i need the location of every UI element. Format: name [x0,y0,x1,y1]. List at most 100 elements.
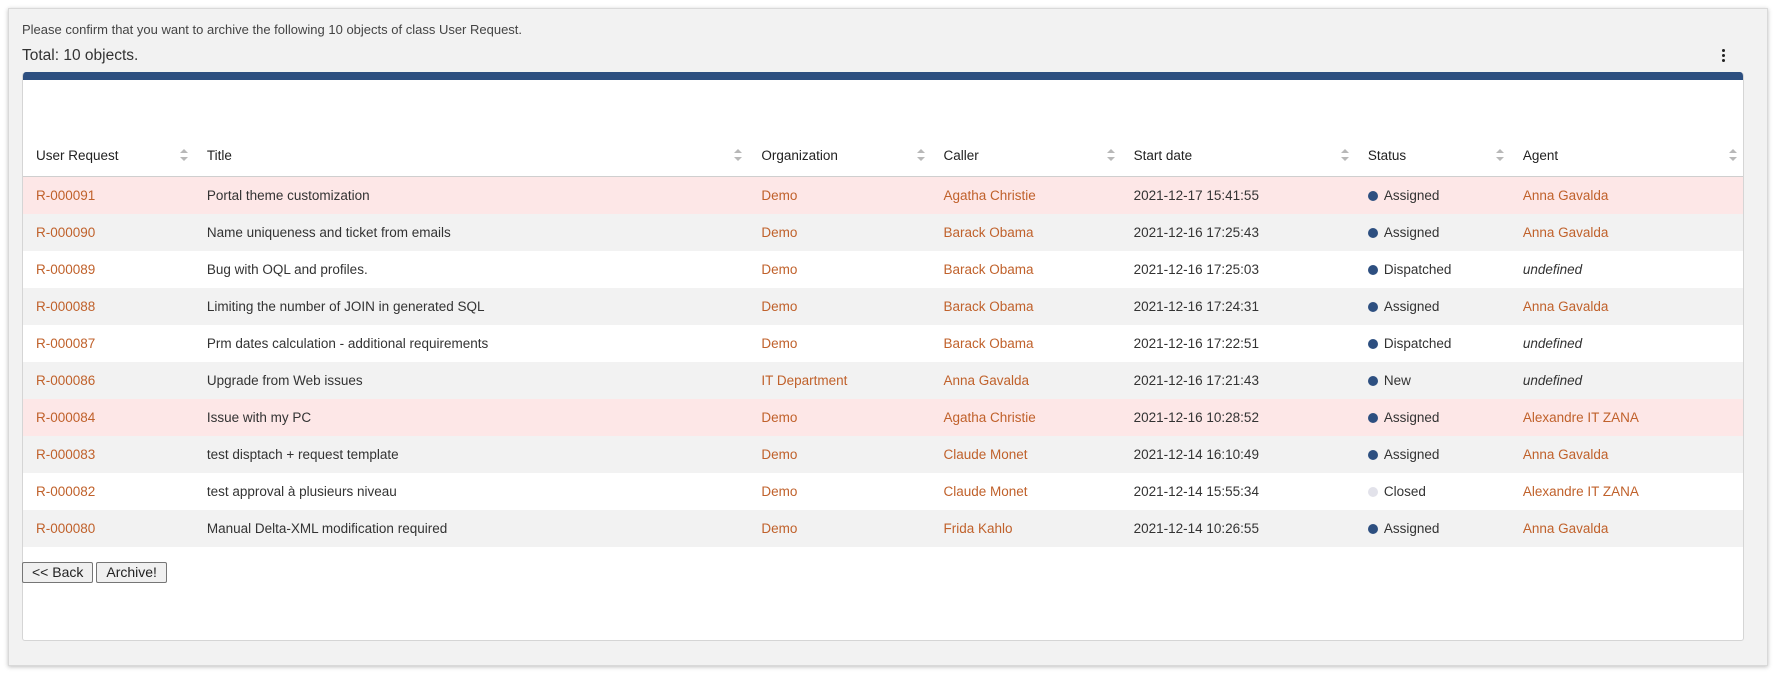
status-dot-icon [1367,228,1378,238]
table-row: R-000088 Limiting the number of JOIN in g… [23,288,1743,325]
agent-link[interactable]: Anna Gavalda [1523,521,1609,536]
organization-link[interactable]: Demo [761,521,797,536]
request-ref-link[interactable]: R-000087 [36,336,95,351]
start-date: 2021-12-14 10:26:55 [1120,510,1355,547]
archive-confirmation-frame: Please confirm that you want to archive … [8,8,1768,666]
request-ref-link[interactable]: R-000086 [36,373,95,388]
caller-link[interactable]: Claude Monet [944,447,1028,462]
sort-icon[interactable] [179,149,188,161]
status-dot-icon [1367,265,1378,275]
agent-link[interactable]: Anna Gavalda [1523,447,1609,462]
request-title: Limiting the number of JOIN in generated… [193,288,749,325]
archive-button[interactable]: Archive! [96,562,167,583]
request-ref-link[interactable]: R-000091 [36,188,95,203]
request-ref-link[interactable]: R-000083 [36,447,95,462]
start-date: 2021-12-16 17:22:51 [1120,325,1355,362]
start-date: 2021-12-16 17:25:43 [1120,214,1355,251]
column-header-agent[interactable]: Agent [1509,134,1743,177]
request-ref-link[interactable]: R-000089 [36,262,95,277]
organization-link[interactable]: Demo [761,410,797,425]
column-header-status[interactable]: Status [1354,134,1510,177]
request-ref-link[interactable]: R-000090 [36,225,95,240]
organization-link[interactable]: Demo [761,447,797,462]
caller-link[interactable]: Barack Obama [944,336,1034,351]
organization-link[interactable]: Demo [761,225,797,240]
start-date: 2021-12-14 16:10:49 [1120,436,1355,473]
sort-icon[interactable] [1106,149,1115,161]
start-date: 2021-12-16 17:21:43 [1120,362,1355,399]
column-header-title[interactable]: Title [193,134,749,177]
caller-link[interactable]: Claude Monet [944,484,1028,499]
table-row: R-000087 Prm dates calculation - addition… [23,325,1743,362]
agent-link[interactable]: Anna Gavalda [1523,188,1609,203]
column-header-organization[interactable]: Organization [748,134,931,177]
table-header-row: User Request Title Organization Caller S… [23,134,1743,177]
status-label: Closed [1383,484,1426,499]
status-label: Assigned [1383,447,1440,462]
objects-table: User Request Title Organization Caller S… [23,134,1743,547]
status-dot-icon [1367,339,1378,349]
agent-undefined: undefined [1522,373,1583,388]
organization-link[interactable]: Demo [761,188,797,203]
organization-link[interactable]: Demo [761,299,797,314]
organization-link[interactable]: Demo [761,336,797,351]
agent-link[interactable]: Anna Gavalda [1523,225,1609,240]
caller-link[interactable]: Barack Obama [944,262,1034,277]
status-dot-icon [1367,191,1378,201]
caller-link[interactable]: Barack Obama [944,225,1034,240]
table-row: R-000080 Manual Delta-XML modification re… [23,510,1743,547]
request-title: test disptach + request template [193,436,749,473]
table-row: R-000086 Upgrade from Web issues IT Depart… [23,362,1743,399]
start-date: 2021-12-16 10:28:52 [1120,399,1355,436]
sort-icon[interactable] [1340,149,1349,161]
start-date: 2021-12-16 17:25:03 [1120,251,1355,288]
sort-icon[interactable] [734,149,743,161]
table-row: R-000090 Name uniqueness and ticket from … [23,214,1743,251]
status-label: Dispatched [1383,262,1452,277]
more-options-icon[interactable] [1717,44,1729,66]
status-dot-icon [1367,376,1378,386]
request-title: Portal theme customization [193,176,749,214]
agent-link[interactable]: Anna Gavalda [1523,299,1609,314]
caller-link[interactable]: Anna Gavalda [944,373,1030,388]
organization-link[interactable]: IT Department [761,373,847,388]
request-ref-link[interactable]: R-000084 [36,410,95,425]
status-label: New [1383,373,1411,388]
request-ref-link[interactable]: R-000082 [36,484,95,499]
request-title: test approval à plusieurs niveau [193,473,749,510]
table-row: R-000084 Issue with my PC Demo Agatha Chris… [23,399,1743,436]
agent-link[interactable]: Alexandre IT ZANA [1523,410,1639,425]
column-header-caller[interactable]: Caller [930,134,1121,177]
panel-header-bar [23,72,1743,80]
status-label: Assigned [1383,521,1440,536]
back-button[interactable]: << Back [22,562,94,583]
request-ref-link[interactable]: R-000080 [36,521,95,536]
request-ref-link[interactable]: R-000088 [36,299,95,314]
table-row: R-000083 test disptach + request template… [23,436,1743,473]
sort-icon[interactable] [1729,149,1737,161]
agent-link[interactable]: Alexandre IT ZANA [1523,484,1639,499]
caller-link[interactable]: Barack Obama [944,299,1034,314]
status-label: Assigned [1383,225,1440,240]
table-row: R-000082 test approval à plusieurs niveau… [23,473,1743,510]
table-row: R-000089 Bug with OQL and profiles. Demo Ba… [23,251,1743,288]
status-label: Assigned [1383,299,1440,314]
sort-icon[interactable] [1495,149,1504,161]
caller-link[interactable]: Agatha Christie [944,410,1036,425]
sort-icon[interactable] [916,149,925,161]
caller-link[interactable]: Frida Kahlo [944,521,1013,536]
organization-link[interactable]: Demo [761,262,797,277]
organization-link[interactable]: Demo [761,484,797,499]
start-date: 2021-12-14 15:55:34 [1120,473,1355,510]
agent-undefined: undefined [1522,336,1583,351]
confirm-message: Please confirm that you want to archive … [22,22,523,37]
status-label: Assigned [1383,188,1440,203]
caller-link[interactable]: Agatha Christie [944,188,1036,203]
column-header-user-request[interactable]: User Request [23,134,194,177]
status-dot-icon [1367,413,1378,423]
request-title: Prm dates calculation - additional requi… [193,325,749,362]
status-dot-icon [1367,302,1378,312]
agent-undefined: undefined [1522,262,1583,277]
status-label: Assigned [1383,410,1440,425]
column-header-start-date[interactable]: Start date [1120,134,1355,177]
